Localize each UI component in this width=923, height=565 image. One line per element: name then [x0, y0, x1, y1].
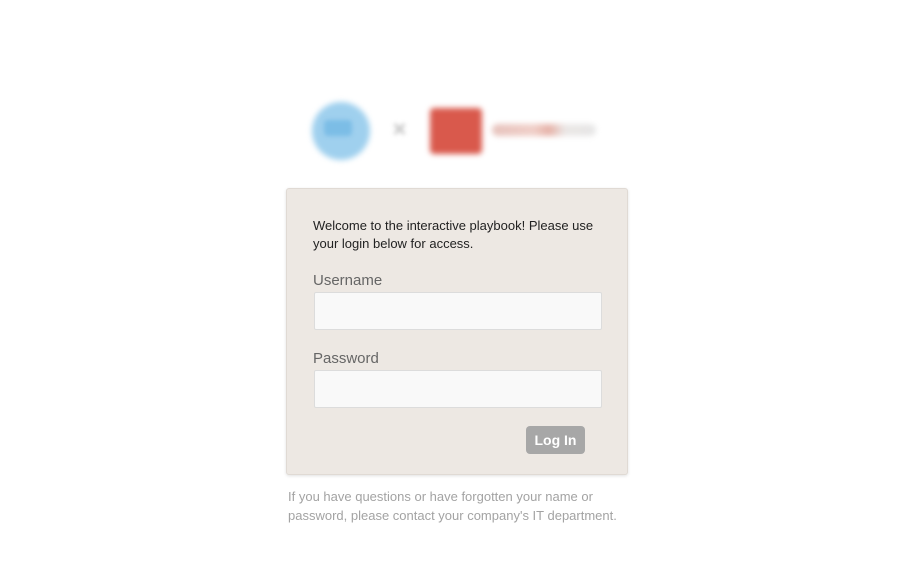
circle-logo-mark — [324, 120, 352, 136]
username-input[interactable] — [314, 292, 602, 330]
username-label: Username — [313, 272, 383, 289]
square-logo — [430, 108, 482, 154]
times-icon — [392, 122, 406, 136]
wordmark-logo — [492, 124, 596, 136]
password-input[interactable] — [314, 370, 602, 408]
help-text: If you have questions or have forgotten … — [288, 489, 617, 523]
welcome-message: Welcome to the interactive playbook! Ple… — [313, 218, 594, 251]
brand-logos — [308, 100, 608, 160]
login-page: Welcome to the interactive playbook! Ple… — [0, 0, 923, 565]
login-card: Welcome to the interactive playbook! Ple… — [286, 188, 628, 475]
login-button[interactable]: Log In — [526, 426, 585, 454]
password-label: Password — [313, 350, 379, 367]
